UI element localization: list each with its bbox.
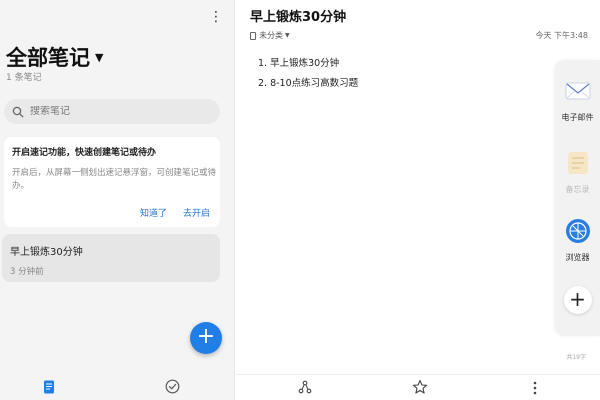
memo-icon	[567, 152, 588, 174]
note-timestamp: 今天 下午3:48	[535, 31, 588, 40]
caret-down-icon: ▼	[95, 50, 104, 64]
note-item-time: 3 分钟前	[10, 267, 44, 277]
tip-body: 开启后，从屏幕一侧划出速记悬浮窗，可创建笔记或待办。	[12, 168, 217, 191]
tip-actions: 知道了 去开启	[140, 206, 210, 219]
category-selector[interactable]: 未分类 ▼	[250, 30, 290, 41]
add-icon: +	[563, 286, 592, 314]
dock-item-browser[interactable]: 浏览器	[555, 218, 600, 263]
bottom-tab-bar	[0, 374, 235, 400]
search-input[interactable]	[30, 106, 210, 117]
note-item-title: 早上锻炼30分钟	[10, 247, 83, 258]
note-line: 1. 早上锻炼30分钟	[258, 58, 340, 69]
note-title[interactable]: 早上锻炼30分钟	[250, 6, 346, 25]
note-count: 1 条笔记	[6, 73, 42, 83]
note-body[interactable]: 1. 早上锻炼30分钟 2. 8-10点练习高数习题	[258, 54, 358, 94]
dismiss-button[interactable]: 知道了	[140, 206, 167, 219]
side-app-dock: 电子邮件 备忘录 浏览器 +	[555, 60, 600, 336]
page-title: 全部笔记	[6, 46, 90, 70]
folder-selector[interactable]: 全部笔记 ▼	[6, 42, 103, 72]
todo-tab-icon[interactable]	[165, 379, 180, 394]
new-note-button[interactable]: +	[190, 322, 222, 354]
dock-add-item[interactable]: +	[555, 286, 600, 314]
search-icon	[12, 106, 24, 117]
dock-item-label: 浏览器	[565, 253, 590, 262]
enable-button[interactable]: 去开启	[183, 206, 210, 219]
notes-tab-icon[interactable]	[43, 380, 55, 394]
dock-item-email[interactable]: 电子邮件	[555, 78, 600, 123]
dock-item-label: 电子邮件	[561, 113, 594, 122]
editor-toolbar	[236, 374, 600, 400]
category-label: 未分类	[259, 31, 283, 40]
quick-note-tip-card: 开启速记功能，快速创建笔记或待办 开启后，从屏幕一侧划出速记悬浮窗，可创建笔记或…	[4, 137, 220, 227]
dock-item-label: 备忘录	[565, 185, 590, 194]
mail-icon	[565, 82, 590, 100]
caret-down-icon: ▼	[285, 32, 290, 39]
note-editor-pane: 早上锻炼30分钟 未分类 ▼ 今天 下午3:48 1. 早上锻炼30分钟 2. …	[236, 0, 600, 400]
star-icon[interactable]	[412, 379, 428, 395]
note-list-item[interactable]: 早上锻炼30分钟 3 分钟前	[2, 234, 220, 282]
browser-icon	[565, 219, 590, 243]
word-count: 共19字	[566, 354, 586, 361]
note-line: 2. 8-10点练习高数习题	[258, 78, 359, 89]
share-icon[interactable]	[298, 380, 312, 394]
tip-title: 开启速记功能，快速创建笔记或待办	[12, 148, 157, 158]
more-options-icon[interactable]	[532, 380, 538, 396]
more-options-icon[interactable]: ⋮	[209, 9, 223, 25]
notes-list-pane: ⋮ 全部笔记 ▼ 1 条笔记 开启速记功能，快速创建笔记或待办 开启后，从屏幕一…	[0, 0, 235, 400]
search-bar[interactable]	[4, 99, 220, 124]
phone-icon	[250, 31, 256, 40]
dock-item-memo[interactable]: 备忘录	[555, 150, 600, 195]
